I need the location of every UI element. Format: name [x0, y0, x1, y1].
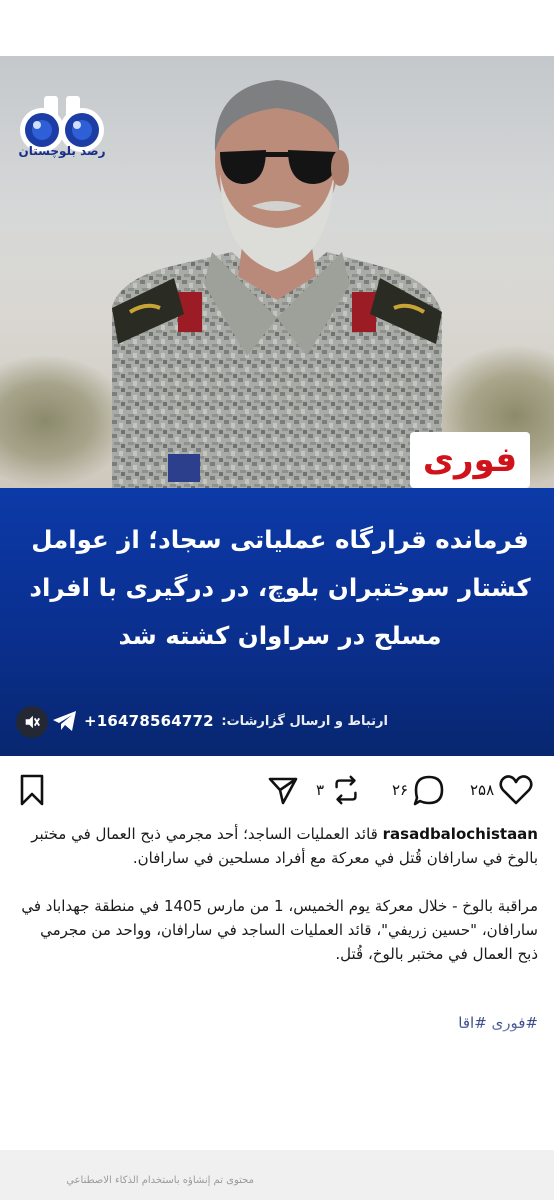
caption-paragraph-1: rasadbalochistaan قائد العمليات الساجد؛ … — [18, 822, 538, 870]
contact-row: ارتباط و ارسال گزارشات: +16478564772 — [0, 696, 554, 756]
ai-generated-note: محتوى تم إنشاؤه باستخدام الذكاء الاصطناع… — [66, 1175, 254, 1186]
headline: فرمانده قرارگاه عملیاتی سجاد؛ از عوامل ک… — [29, 525, 531, 650]
phone-number: +16478564772 — [84, 712, 214, 730]
comment-count: ۲۶ — [392, 781, 409, 799]
repost-icon — [335, 775, 357, 805]
heart-icon — [499, 775, 533, 805]
action-bar: ۳ ۲۶ ۲۵۸ — [0, 766, 554, 814]
share-icon — [268, 777, 298, 805]
caption-paragraph-2: مراقبة بالوخ - خلال معركة يوم الخميس، 1 … — [21, 897, 538, 963]
contact-label: ارتباط و ارسال گزارشات: — [221, 714, 388, 729]
top-bar — [0, 0, 554, 56]
like-count: ۲۵۸ — [470, 781, 495, 799]
bookmark-icon — [20, 774, 44, 806]
repost-button[interactable]: ۳ — [316, 772, 362, 808]
comment-icon — [413, 775, 444, 806]
commander-portrait — [112, 80, 442, 488]
telegram-icon — [53, 711, 76, 731]
mute-button[interactable] — [16, 706, 48, 738]
caption-username[interactable]: rasadbalochistaan — [383, 825, 538, 843]
mute-icon — [25, 715, 40, 729]
repost-count: ۳ — [316, 781, 325, 799]
bookmark-button[interactable] — [18, 772, 46, 808]
post-media[interactable]: رصد بلوچستان فوری فرمانده قرارگاه عملیات… — [0, 56, 554, 756]
headline-panel: فرمانده قرارگاه عملیاتی سجاد؛ از عوامل ک… — [0, 488, 554, 756]
post-caption: rasadbalochistaan قائد العمليات الساجد؛ … — [18, 822, 538, 990]
caption-fade — [0, 1024, 554, 1044]
breaking-badge: فوری — [410, 432, 530, 488]
share-button[interactable] — [266, 772, 300, 808]
logo-text: رصد بلوچستان — [18, 144, 106, 158]
like-button[interactable]: ۲۵۸ — [470, 772, 534, 808]
comment-button[interactable]: ۲۶ — [392, 772, 446, 808]
